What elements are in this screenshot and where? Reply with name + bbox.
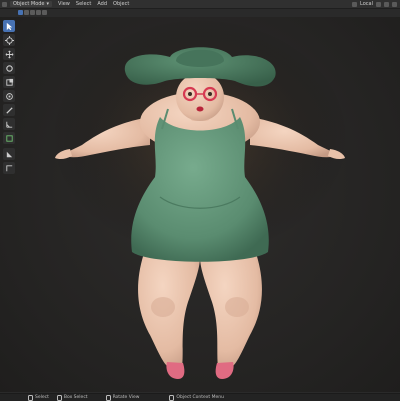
3d-viewport[interactable] [0, 17, 400, 392]
tool-scale[interactable] [3, 76, 15, 88]
cursor-icon [6, 22, 12, 30]
crosshair-icon [4, 35, 14, 45]
mode-label: Object Mode [13, 1, 45, 7]
status-context-menu-label: Object Context Menu [176, 395, 224, 400]
select-invert-icon[interactable] [36, 10, 41, 15]
left-shoe [166, 362, 185, 379]
tool-extra-2[interactable] [3, 162, 15, 174]
triangle-icon [6, 151, 12, 157]
tool-move[interactable] [3, 48, 15, 60]
editor-type-icon[interactable] [2, 1, 7, 7]
move-icon [5, 50, 13, 58]
tool-extra[interactable] [3, 148, 15, 160]
status-box-select-label: Box Select [63, 395, 88, 400]
tool-annotate[interactable] [3, 104, 15, 116]
rotate-icon [5, 64, 13, 72]
mouth [196, 106, 204, 112]
orientation-selector[interactable]: Local [360, 1, 373, 7]
status-select-label: Select [35, 395, 49, 400]
corner-icon [5, 164, 12, 171]
select-subtract-icon[interactable] [30, 10, 35, 15]
tool-transform[interactable] [3, 90, 15, 102]
pivot-icon[interactable] [376, 1, 381, 7]
add-cube-icon [5, 134, 13, 142]
status-rotate-view-label: Rotate View [112, 395, 140, 400]
character-render [50, 17, 350, 379]
head [176, 73, 224, 121]
menu-select[interactable]: Select [76, 1, 91, 7]
tool-rotate[interactable] [3, 62, 15, 74]
measure-icon [5, 121, 12, 128]
snap-icon[interactable] [384, 1, 389, 7]
menu-view[interactable]: View [58, 1, 70, 7]
mode-selector[interactable]: Object Mode ▾ [10, 1, 53, 7]
right-shoe [215, 362, 234, 379]
transform-icon [5, 92, 13, 100]
tool-select[interactable] [3, 20, 15, 32]
selection-mode-bar [0, 9, 60, 16]
tool-cursor[interactable] [3, 34, 15, 46]
select-intersect-icon[interactable] [42, 10, 47, 15]
tool-measure[interactable] [3, 118, 15, 130]
viewport-header: Object Mode ▾ View Select Add Object Loc… [0, 0, 400, 9]
chevron-down-icon: ▾ [46, 1, 50, 7]
menu-add[interactable]: Add [97, 1, 107, 7]
scale-icon [5, 78, 13, 86]
tool-shelf [3, 20, 17, 174]
orientation-icon [352, 1, 358, 7]
annotate-icon [5, 106, 13, 114]
menu-object[interactable]: Object [113, 1, 129, 7]
tool-add-cube[interactable] [3, 132, 15, 144]
select-extend-icon[interactable] [24, 10, 29, 15]
proportional-edit-icon[interactable] [392, 1, 397, 7]
select-new-icon[interactable] [18, 10, 23, 15]
